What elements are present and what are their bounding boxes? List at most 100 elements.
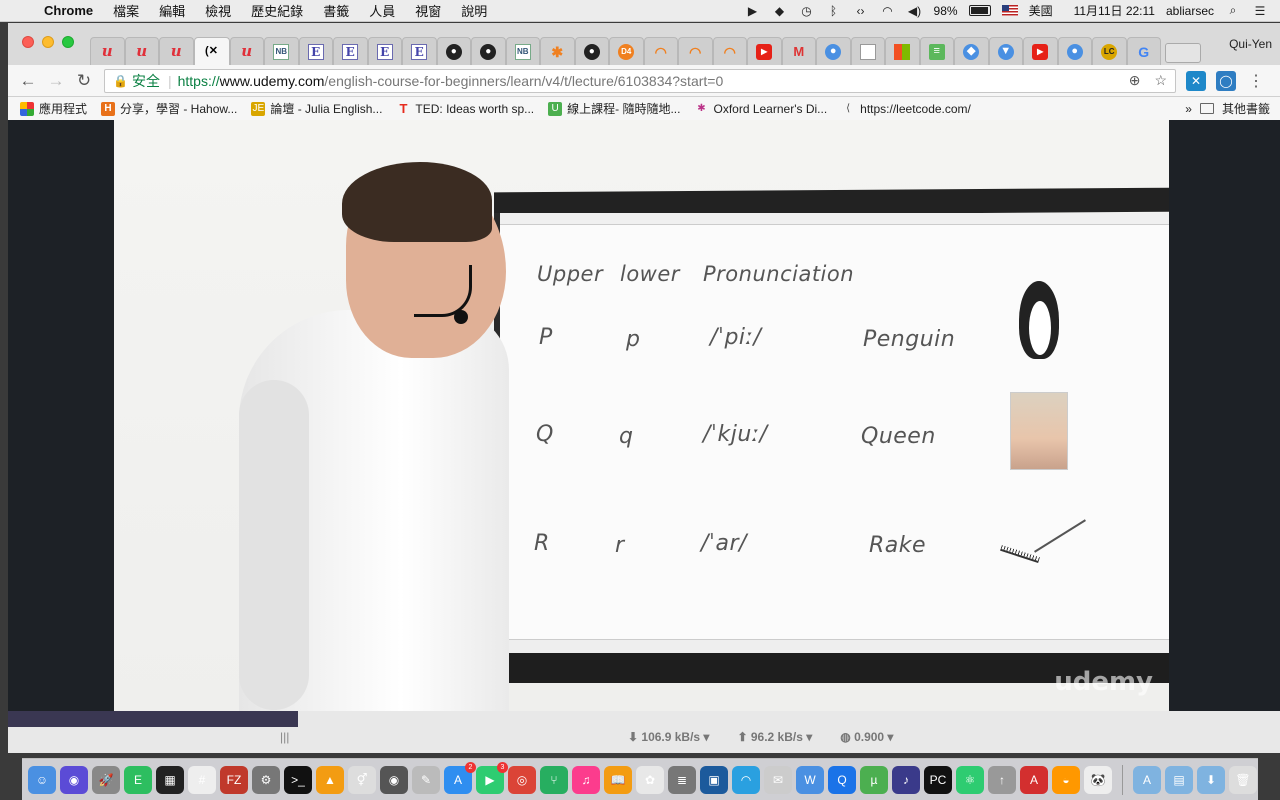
evernote-icon[interactable]: E bbox=[124, 765, 152, 794]
folder-docs-icon[interactable]: ▤ bbox=[1165, 765, 1193, 794]
slack-icon[interactable]: # bbox=[188, 765, 216, 794]
wifi-icon[interactable]: ◠ bbox=[880, 4, 896, 18]
panda-icon[interactable]: 🐼 bbox=[1084, 765, 1112, 794]
tab[interactable]: u bbox=[124, 37, 159, 65]
wifi-icon[interactable]: ◠ bbox=[732, 765, 760, 794]
clock[interactable]: 11月11日 22:11 bbox=[1074, 2, 1155, 19]
quicktime-icon[interactable]: Q bbox=[828, 765, 856, 794]
appstore-icon[interactable]: A2 bbox=[444, 761, 476, 794]
tab[interactable]: E bbox=[298, 37, 333, 65]
new-tab-button[interactable] bbox=[1165, 43, 1201, 63]
bookmark-item[interactable]: 應用程式 bbox=[20, 100, 87, 117]
bookmark-star-icon[interactable]: ☆ bbox=[1154, 72, 1167, 89]
tab[interactable]: E bbox=[402, 37, 437, 65]
rocket-icon[interactable]: ↑ bbox=[988, 765, 1016, 794]
script-icon[interactable]: ✎ bbox=[412, 765, 440, 794]
tab[interactable]: ◠ bbox=[712, 37, 747, 65]
video-player[interactable]: Upper lower Pronunciation P p /ˈpiː/ Pen… bbox=[114, 120, 1169, 711]
zoom-icon[interactable]: ⊕ bbox=[1129, 72, 1141, 89]
database-icon[interactable]: ≣ bbox=[668, 765, 696, 794]
lock-icon[interactable]: 🔒 bbox=[113, 74, 128, 88]
tab[interactable]: E bbox=[333, 37, 368, 65]
activity-icon[interactable]: ▦ bbox=[156, 765, 184, 794]
terminal-icon[interactable]: >_ bbox=[284, 765, 312, 794]
itunes-icon[interactable]: ♫ bbox=[572, 765, 600, 794]
filezilla-icon[interactable]: FZ bbox=[220, 765, 248, 794]
folder-downloads-icon[interactable]: ⬇ bbox=[1197, 765, 1225, 794]
reload-button[interactable]: ↻ bbox=[70, 68, 98, 94]
tab[interactable]: NB bbox=[505, 37, 540, 65]
address-bar[interactable]: 🔒 安全 | https:// www.udemy.com /english-c… bbox=[104, 68, 1176, 93]
word-icon[interactable]: W bbox=[796, 765, 824, 794]
tab[interactable]: ◆ bbox=[954, 37, 989, 65]
camera-icon[interactable]: ◉ bbox=[380, 765, 408, 794]
audio-icon[interactable]: ♪ bbox=[892, 765, 920, 794]
battery-percent[interactable]: 98% bbox=[934, 4, 958, 18]
upload-rate[interactable]: ⬆ 96.2 kB/s ▾ bbox=[737, 730, 812, 744]
tab[interactable]: ▼ bbox=[988, 37, 1023, 65]
tree-icon[interactable]: ⑂ bbox=[540, 765, 568, 794]
finder-icon[interactable]: ☺ bbox=[28, 765, 56, 794]
menu-help[interactable]: 說明 bbox=[451, 1, 497, 20]
tab[interactable]: u bbox=[90, 37, 125, 65]
menu-view[interactable]: 檢視 bbox=[195, 1, 241, 20]
virtualbox-icon[interactable]: ▣ bbox=[700, 765, 728, 794]
code-icon[interactable]: ‹› bbox=[853, 4, 869, 18]
tab[interactable]: D4 bbox=[609, 37, 644, 65]
tab[interactable]: ▶ bbox=[747, 37, 782, 65]
acrobat-icon[interactable]: A bbox=[1020, 765, 1048, 794]
extension-x-icon[interactable]: ✕ bbox=[1186, 70, 1206, 91]
chevron-right-icon[interactable]: » bbox=[1185, 102, 1192, 116]
menu-app[interactable]: Chrome bbox=[34, 3, 103, 18]
back-button[interactable]: ← bbox=[14, 68, 42, 94]
tab[interactable]: LC bbox=[1092, 37, 1127, 65]
tab[interactable]: M bbox=[781, 37, 816, 65]
menu-edit[interactable]: 編輯 bbox=[149, 1, 195, 20]
books-icon[interactable]: 📖 bbox=[604, 765, 632, 794]
us-flag-icon[interactable] bbox=[1001, 5, 1018, 16]
forward-button[interactable]: → bbox=[42, 68, 70, 94]
tab[interactable]: ✱ bbox=[540, 37, 575, 65]
tab[interactable]: ▶ bbox=[1023, 37, 1058, 65]
volume-icon[interactable]: ◀) bbox=[907, 4, 923, 18]
chrome-icon[interactable]: ◎ bbox=[508, 765, 536, 794]
bookmark-item[interactable]: JE 論壇 - Julia English... bbox=[251, 100, 382, 117]
tab[interactable]: NB bbox=[264, 37, 299, 65]
notification-center-icon[interactable]: ☰ bbox=[1252, 4, 1268, 18]
photos-icon[interactable]: ✿ bbox=[636, 765, 664, 794]
input-source[interactable]: 美國 bbox=[1029, 2, 1053, 19]
share-ratio[interactable]: ◍ 0.900 ▾ bbox=[840, 730, 893, 744]
system-prefs-icon[interactable]: ⚙ bbox=[252, 765, 280, 794]
dropbox-icon[interactable]: ◆ bbox=[772, 4, 788, 18]
spotlight-icon[interactable]: ⌕ bbox=[1225, 3, 1241, 18]
profile-button[interactable]: Qui-Yen bbox=[1229, 37, 1272, 51]
bookmark-item[interactable]: T TED: Ideas worth sp... bbox=[396, 101, 534, 116]
play-circle-icon[interactable]: ▶ bbox=[745, 4, 761, 18]
bookmark-item[interactable]: H 分享，學習 - Hahow... bbox=[101, 100, 237, 117]
bookmark-item[interactable]: ⟨ https://leetcode.com/ bbox=[841, 102, 971, 116]
menu-history[interactable]: 歷史紀錄 bbox=[241, 1, 313, 20]
bookmark-item[interactable]: ✱ Oxford Learner's Di... bbox=[694, 102, 827, 116]
gender-icon[interactable]: ⚥ bbox=[348, 765, 376, 794]
lantern-icon[interactable]: ◒ bbox=[1052, 765, 1080, 794]
menu-file[interactable]: 檔案 bbox=[103, 1, 149, 20]
bluetooth-icon[interactable]: ᛒ bbox=[826, 4, 842, 18]
tab[interactable] bbox=[850, 37, 885, 65]
launchpad-icon[interactable]: 🚀 bbox=[92, 765, 120, 794]
resize-grip-icon[interactable]: ||| bbox=[280, 730, 289, 744]
tab[interactable]: ● bbox=[471, 37, 506, 65]
tab[interactable]: G bbox=[1126, 37, 1161, 65]
preview-icon[interactable]: ✉ bbox=[764, 765, 792, 794]
tab[interactable]: ● bbox=[574, 37, 609, 65]
window-maximize-button[interactable] bbox=[62, 36, 74, 48]
folder-apps-icon[interactable]: A bbox=[1133, 765, 1161, 794]
tab[interactable]: u bbox=[229, 37, 264, 65]
tab[interactable]: ◠ bbox=[678, 37, 713, 65]
menu-bookmarks[interactable]: 書籤 bbox=[313, 1, 359, 20]
facetime-icon[interactable]: ▶ 3 bbox=[476, 761, 508, 794]
tab[interactable]: ● bbox=[816, 37, 851, 65]
window-minimize-button[interactable] bbox=[42, 36, 54, 48]
user-name[interactable]: abliarsec bbox=[1166, 4, 1214, 18]
tab[interactable]: ● bbox=[436, 37, 471, 65]
siri-icon[interactable]: ◉ bbox=[60, 765, 88, 794]
